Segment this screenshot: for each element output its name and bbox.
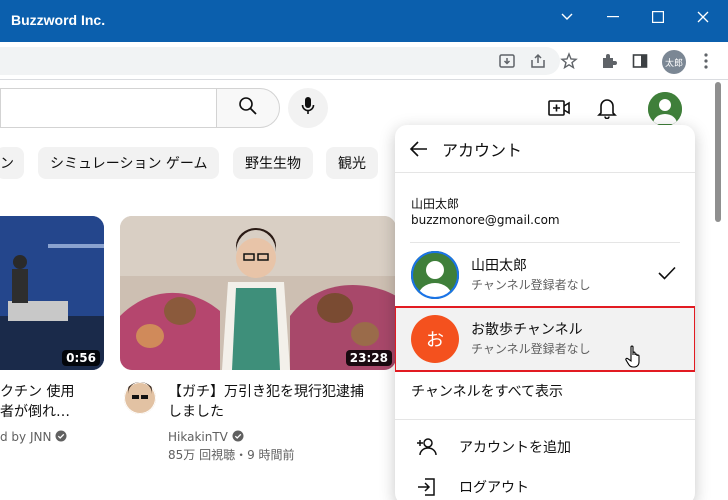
share-icon[interactable] <box>528 51 548 71</box>
browser-toolbar: 太郎 <box>0 42 728 80</box>
search-button[interactable] <box>216 88 280 128</box>
filter-chip[interactable]: 野生生物 <box>233 147 313 179</box>
logout-label: ログアウト <box>459 480 529 496</box>
account-item-yamada[interactable]: 山田太郎 チャンネル登録者なし <box>395 243 695 307</box>
account-name: 山田太郎 <box>471 258 527 274</box>
current-user-name: 山田太郎 <box>411 197 460 211</box>
video-title[interactable]: 【ガチ】万引き犯を現行犯逮捕 しました <box>168 382 394 422</box>
channel-name: HikakinTV <box>168 430 228 444</box>
account-name: お散歩チャンネル <box>471 322 583 338</box>
video-title-line: 者が倒れ… <box>0 404 70 420</box>
channel-name: d by JNN <box>0 430 52 444</box>
more-vert-icon[interactable] <box>696 51 716 71</box>
video-channel[interactable]: d by JNN <box>0 428 67 446</box>
filter-chip[interactable]: シミュレーション ゲーム <box>38 147 220 179</box>
avatar <box>411 251 459 299</box>
add-person-icon <box>415 435 439 459</box>
bell-icon[interactable] <box>595 96 619 120</box>
video-channel[interactable]: HikakinTV <box>168 428 244 446</box>
verified-icon <box>55 430 67 444</box>
video-duration: 0:56 <box>62 350 100 366</box>
divider <box>395 419 695 420</box>
verified-icon <box>232 430 244 444</box>
window-title: Buzzword Inc. <box>11 12 106 28</box>
add-account-label: アカウントを追加 <box>459 440 571 456</box>
current-user-email: buzzmonore@gmail.com <box>411 213 560 227</box>
logout-icon <box>415 475 439 499</box>
checkmark-icon <box>657 265 677 285</box>
search-icon <box>238 96 258 120</box>
minimize-button[interactable] <box>598 6 628 28</box>
video-title-line: クチン 使用 <box>0 384 75 400</box>
chevron-down-icon[interactable] <box>552 6 582 28</box>
video-title[interactable]: クチン 使用 者が倒れ… <box>0 382 104 422</box>
video-thumbnail[interactable]: 0:56 <box>0 216 104 370</box>
browser-profile-avatar[interactable]: 太郎 <box>662 50 686 74</box>
hand-cursor-icon <box>625 345 643 373</box>
create-video-icon[interactable] <box>547 96 571 120</box>
account-item-osanpo[interactable]: お お散歩チャンネル チャンネル登録者なし <box>395 306 695 373</box>
mic-icon <box>301 96 315 120</box>
close-button[interactable] <box>688 6 718 28</box>
bookmark-star-icon[interactable] <box>559 51 579 71</box>
account-avatar-button[interactable] <box>648 92 682 126</box>
scrollbar-thumb[interactable] <box>715 82 721 222</box>
account-subtitle: チャンネル登録者なし <box>471 342 591 356</box>
account-subtitle: チャンネル登録者なし <box>471 278 591 292</box>
logout-item[interactable]: ログアウト <box>395 467 695 500</box>
side-panel-icon[interactable] <box>630 51 650 71</box>
video-title-line: 【ガチ】万引き犯を現行犯逮捕 <box>168 384 364 400</box>
view-all-channels-link[interactable]: チャンネルをすべて表示 <box>411 381 563 401</box>
account-switcher-panel: アカウント 山田太郎 buzzmonore@gmail.com 山田太郎 チャン… <box>395 125 695 500</box>
channel-avatar[interactable] <box>124 382 156 414</box>
video-title-line: しました <box>168 404 224 420</box>
panel-title: アカウント <box>442 141 523 160</box>
install-app-icon[interactable] <box>497 51 517 71</box>
maximize-button[interactable] <box>643 6 673 28</box>
avatar: お <box>411 315 459 363</box>
extensions-icon[interactable] <box>599 51 619 71</box>
search-input[interactable] <box>0 88 218 128</box>
address-bar[interactable] <box>0 47 560 75</box>
voice-search-button[interactable] <box>288 88 328 128</box>
video-thumbnail[interactable]: 23:28 <box>120 216 396 370</box>
filter-chip[interactable]: 観光 <box>326 147 378 179</box>
video-meta: 85万 回視聴・9 時間前 <box>168 448 295 462</box>
add-account-item[interactable]: アカウントを追加 <box>395 427 695 467</box>
back-arrow-icon[interactable] <box>407 137 431 161</box>
page-scrollbar[interactable] <box>712 82 722 500</box>
filter-chip[interactable]: ン <box>0 147 24 179</box>
video-duration: 23:28 <box>345 350 392 366</box>
panel-header: アカウント <box>395 125 695 173</box>
window-titlebar: Buzzword Inc. <box>0 0 728 42</box>
